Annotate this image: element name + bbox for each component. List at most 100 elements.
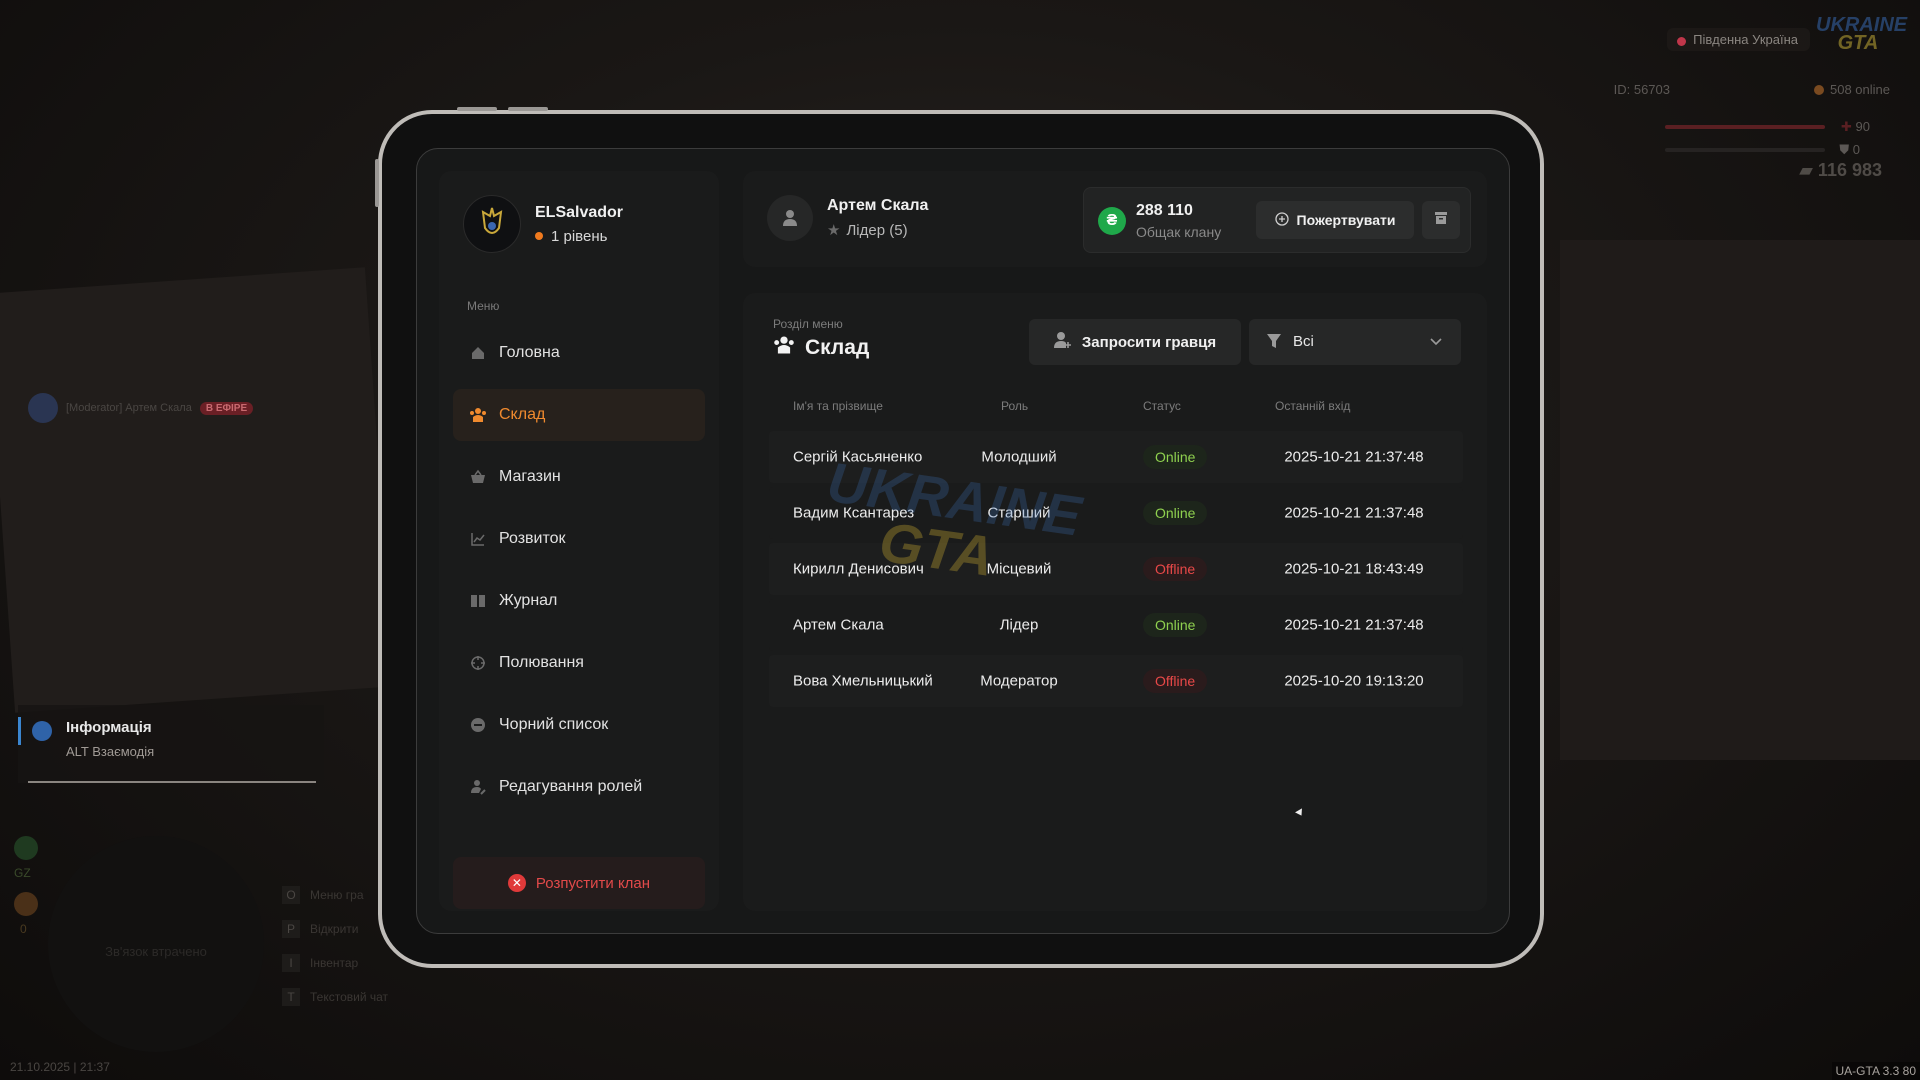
clan-level: 1 рівень (535, 228, 623, 245)
home-icon (469, 344, 487, 362)
keybind-label: Відкрити (310, 922, 359, 936)
status-badge: Offline (1143, 669, 1208, 693)
keybind-row: I Інвентар (282, 954, 388, 972)
keybind-hints: O Меню гра P Відкрити I Інвентар T Текстовий… (282, 886, 388, 1022)
star-icon: ★ (827, 222, 841, 239)
member-role: Молодший (981, 448, 1057, 466)
sidebar-item-development[interactable]: Розвиток (453, 513, 705, 565)
donate-button[interactable]: Пожертвувати (1256, 201, 1414, 239)
online-dot-icon (1814, 85, 1824, 95)
keybind-row: T Текстовий чат (282, 988, 388, 1006)
sidebar-item-roles[interactable]: Редагування ролей (453, 761, 705, 813)
sidebar-item-blacklist[interactable]: Чорний список (453, 699, 705, 751)
keybind-row: P Відкрити (282, 920, 388, 938)
minimap: Зв'язок втрачено (48, 836, 264, 1052)
table-row[interactable]: Вадим Ксантарез Старший Online 2025-10-2… (769, 487, 1463, 539)
keybind-key: O (282, 886, 300, 904)
member-last-login: 2025-10-21 21:37:48 (1284, 448, 1424, 466)
keybind-label: Меню гра (310, 888, 364, 902)
table-row[interactable]: Вова Хмельницький Модератор Offline 2025… (769, 655, 1463, 707)
sidebar-item-label: Редагування ролей (499, 778, 643, 795)
menu-caption: Меню (467, 299, 500, 313)
sidebar-item-shop[interactable]: Магазин (453, 451, 705, 503)
level-dot-icon (535, 232, 543, 240)
sidebar-item-hunting[interactable]: Полювання (453, 637, 705, 689)
close-circle-icon: ✕ (507, 874, 526, 892)
clan-emblem-icon (463, 195, 521, 253)
tablet-device: ELSalvador 1 рівень Меню Головна Склад М… (375, 107, 1544, 968)
chart-icon (469, 530, 487, 548)
tablet-side-button (375, 159, 379, 207)
column-header-status: Статус (1143, 399, 1181, 413)
users-icon (773, 335, 795, 361)
status-badge: Online (1143, 501, 1208, 525)
member-last-login: 2025-10-21 21:37:48 (1284, 616, 1424, 634)
sidebar: ELSalvador 1 рівень Меню Головна Склад М… (439, 171, 719, 911)
tablet-screen: ELSalvador 1 рівень Меню Головна Склад М… (416, 148, 1510, 934)
sidebar-item-label: Чорний список (499, 716, 609, 733)
streamer-avatar (28, 393, 58, 423)
member-name: Сергій Касьяненко (793, 448, 923, 466)
tools-icon (14, 892, 38, 916)
bank-history-button[interactable] (1422, 201, 1460, 239)
page-title: Склад (773, 335, 869, 361)
archive-box-icon (1434, 211, 1448, 230)
keybind-label: Інвентар (310, 956, 359, 970)
status-filter-select[interactable]: Всі (1249, 319, 1461, 365)
sidebar-menu: Головна Склад Магазин Розвиток Журнал По… (453, 327, 705, 823)
sidebar-item-stock[interactable]: Склад (453, 389, 705, 441)
filter-value: Всі (1293, 333, 1314, 350)
invite-player-button[interactable]: Запросити гравця (1029, 319, 1241, 365)
keybind-key: P (282, 920, 300, 938)
member-last-login: 2025-10-21 18:43:49 (1284, 560, 1424, 578)
sidebar-item-home[interactable]: Головна (453, 327, 705, 379)
disband-clan-button[interactable]: ✕ Розпустити клан (453, 857, 705, 909)
player-id: ID: 56703 (1613, 82, 1670, 97)
crosshair-icon (469, 654, 487, 672)
online-count: 508 online (1814, 82, 1890, 97)
plus-circle-icon (1274, 211, 1289, 229)
sidebar-item-label: Полювання (499, 654, 584, 671)
info-accent-bar (18, 717, 21, 745)
table-row[interactable]: Сергій Касьяненко Молодший Online 2025-1… (769, 431, 1463, 483)
tools-value: 0 (20, 922, 27, 936)
invite-player-label: Запросити гравця (1081, 333, 1217, 351)
hryvnia-coin-icon: ₴ (1098, 207, 1126, 235)
live-badge: В ЕФІРЕ (199, 401, 254, 415)
online-count-text: 508 online (1830, 82, 1890, 97)
user-plus-icon (1053, 331, 1072, 353)
status-badge: Offline (1143, 557, 1208, 581)
clan-bank: ₴ 288 110 Общак клану Пожертвувати (1083, 187, 1471, 253)
region-dot-icon (1677, 37, 1687, 46)
basket-icon (469, 468, 487, 486)
clan-level-text: 1 рівень (551, 227, 608, 245)
user-role-text: Лідер (5) (846, 221, 908, 239)
sidebar-item-journal[interactable]: Журнал (453, 575, 705, 627)
money-value: ▰ 116 983 (1799, 160, 1882, 181)
page-title-text: Склад (805, 336, 870, 359)
status-badge: Online (1143, 445, 1208, 469)
tablet-button (457, 107, 497, 111)
keybind-label: Текстовий чат (310, 990, 389, 1004)
heart-icon: ✚ (1841, 119, 1852, 134)
user-edit-icon (469, 778, 487, 796)
table-row[interactable]: Кирилл Денисович Місцевий Offline 2025-1… (769, 543, 1463, 595)
date-time: 21.10.2025 | 21:37 (10, 1060, 110, 1074)
table-row[interactable]: Артем Скала Лідер Online 2025-10-21 21:3… (769, 599, 1463, 651)
keybind-key: T (282, 988, 300, 1006)
cash-icon: ▰ (1799, 160, 1813, 180)
background-wall (0, 267, 395, 713)
user-profile: Артем Скала ★ Лідер (5) (767, 195, 928, 241)
sidebar-item-label: Склад (499, 406, 546, 423)
tablet-button (508, 107, 548, 111)
sidebar-item-label: Головна (499, 344, 560, 361)
server-logo-bottom: GTA (1837, 32, 1879, 54)
bank-caption: Общак клану (1136, 224, 1222, 240)
shield-icon: ⛊ (1839, 142, 1850, 157)
member-name: Вова Хмельницький (793, 672, 933, 690)
members-table: Сергій Касьяненко Молодший Online 2025-1… (769, 431, 1463, 711)
keybind-row: O Меню гра (282, 886, 388, 904)
user-role: ★ Лідер (5) (827, 221, 928, 240)
disband-clan-label: Розпустити клан (535, 874, 651, 892)
user-avatar-icon (767, 195, 813, 241)
